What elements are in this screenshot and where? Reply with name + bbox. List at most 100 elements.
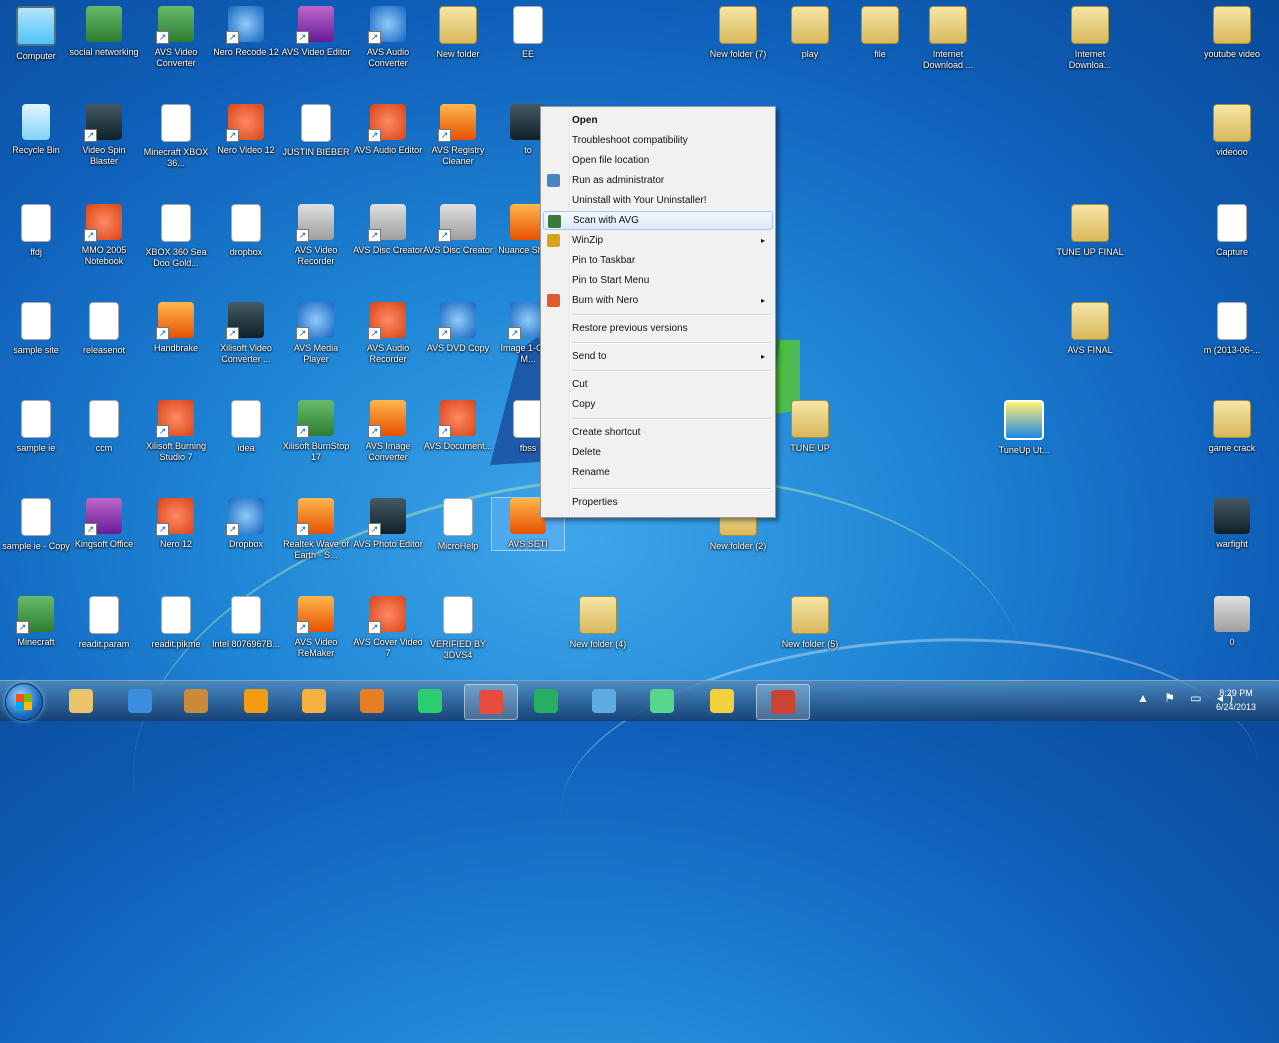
taskbar-puzzle-app[interactable] (696, 684, 748, 718)
desktop-icon[interactable]: Xilisoft Video Converter ... (210, 302, 282, 365)
start-button[interactable] (5, 683, 43, 721)
desktop-icon[interactable]: Realtek Wave of Earth - S... (280, 498, 352, 561)
desktop-icon[interactable]: JUSTIN BIEBER (280, 104, 352, 158)
desktop-icon[interactable]: Video Spin Blaster (68, 104, 140, 167)
desktop-icon[interactable]: Nero Recode 12 (210, 6, 282, 58)
desktop-icon[interactable]: Internet Downloa... (1054, 6, 1126, 71)
desktop-icon[interactable]: Computer (0, 6, 72, 62)
desktop-icon[interactable]: TuneUp Ut... (988, 400, 1060, 456)
desktop-icon[interactable]: warfight (1196, 498, 1268, 550)
desktop-icon[interactable]: Capture (1196, 204, 1268, 258)
desktop-icon[interactable]: New folder (7) (702, 6, 774, 60)
desktop-icon[interactable]: New folder (5) (774, 596, 846, 650)
taskbar-chrome[interactable] (404, 684, 456, 718)
desktop-icon[interactable]: Nero 12 (140, 498, 212, 550)
desktop-icon[interactable]: 0 (1196, 596, 1268, 648)
context-menu-item[interactable]: Burn with Nero ▸ (543, 291, 773, 310)
desktop-icon[interactable]: Minecraft (0, 596, 72, 648)
context-menu-item[interactable]: Open (543, 111, 773, 130)
context-menu-item[interactable]: Properties (543, 493, 773, 512)
desktop-icon[interactable]: New folder (422, 6, 494, 60)
desktop-icon[interactable]: idea (210, 400, 282, 454)
context-menu-item[interactable]: Restore previous versions (543, 319, 773, 338)
desktop-icon[interactable]: AVS Image Converter (352, 400, 424, 463)
desktop-icon[interactable]: youtube video (1196, 6, 1268, 60)
desktop-icon[interactable]: file (844, 6, 916, 60)
taskbar-media-player[interactable] (288, 684, 340, 718)
desktop-icon[interactable]: AVS Audio Converter (352, 6, 424, 69)
taskbar-firefox[interactable] (346, 684, 398, 718)
context-menu-item[interactable]: Create shortcut (543, 423, 773, 442)
taskbar-utorrent[interactable] (520, 684, 572, 718)
desktop-icon[interactable]: Recycle Bin (0, 104, 72, 156)
desktop-icon[interactable]: ccm (68, 400, 140, 454)
desktop-icon[interactable]: New folder (4) (562, 596, 634, 650)
desktop-icon[interactable]: AVS Video Editor (280, 6, 352, 58)
taskbar-globe-app[interactable] (636, 684, 688, 718)
desktop-icon[interactable]: Kingsoft Office (68, 498, 140, 550)
taskbar-network-app[interactable] (578, 684, 630, 718)
desktop-icon[interactable]: AVS Cover Video 7 (352, 596, 424, 659)
desktop-icon[interactable]: sample ie - Copy (0, 498, 72, 552)
context-menu-item[interactable]: Scan with AVG (543, 211, 773, 230)
desktop-icon[interactable]: AVS Video Recorder (280, 204, 352, 267)
context-menu-item[interactable]: Send to ▸ (543, 347, 773, 366)
desktop-icon[interactable]: m (2013-06-... (1196, 302, 1268, 356)
desktop-icon[interactable]: AVS DVD Copy (422, 302, 494, 354)
desktop-icon[interactable]: game crack (1196, 400, 1268, 454)
desktop-icon[interactable]: AVS Document... (422, 400, 494, 452)
desktop-icon[interactable]: AVS Disc Creator (422, 204, 494, 256)
desktop-icon[interactable]: Internet Download ... (912, 6, 984, 71)
context-menu-item[interactable]: Troubleshoot compatibility (543, 131, 773, 150)
desktop-icon[interactable]: videooo (1196, 104, 1268, 158)
context-menu-item[interactable]: Open file location (543, 151, 773, 170)
taskbar-mmo-app[interactable] (464, 684, 518, 720)
desktop-icon[interactable]: VERIFIED BY 3DVS4 (422, 596, 494, 661)
desktop-icon[interactable]: AVS Photo Editor (352, 498, 424, 550)
taskbar-app-toolbox[interactable] (170, 684, 222, 718)
desktop-icon[interactable]: TUNE UP FINAL (1054, 204, 1126, 258)
desktop-icon[interactable]: Dropbox (210, 498, 282, 550)
taskbar-windows-explorer[interactable] (55, 684, 107, 718)
desktop-icon[interactable]: sample site (0, 302, 72, 356)
desktop-icon[interactable]: AVS Audio Editor (352, 104, 424, 156)
desktop-icon[interactable]: Minecraft XBOX 36... (140, 104, 212, 169)
desktop-icon[interactable]: MMO 2005 Notebook (68, 204, 140, 267)
context-menu-item[interactable]: Cut (543, 375, 773, 394)
desktop-icon[interactable]: readit.pikme (140, 596, 212, 650)
desktop-icon[interactable]: ffdj (0, 204, 72, 258)
desktop-icon[interactable]: AVS Video ReMaker (280, 596, 352, 659)
taskbar-vlc-player[interactable] (230, 684, 282, 718)
desktop-icon[interactable]: social networking (68, 6, 140, 58)
desktop-icon[interactable]: Nero Video 12 (210, 104, 282, 156)
clock[interactable]: 8:29 PM 6/24/2013 (1201, 686, 1271, 714)
taskbar-nero-app[interactable] (756, 684, 810, 720)
context-menu-item[interactable]: Copy (543, 395, 773, 414)
context-menu-item[interactable]: WinZip ▸ (543, 231, 773, 250)
taskbar-internet-explorer[interactable] (114, 684, 166, 718)
desktop-icon[interactable]: TUNE UP (774, 400, 846, 454)
desktop-icon[interactable]: Intel 8076967B... (210, 596, 282, 650)
context-menu-item[interactable]: Pin to Start Menu (543, 271, 773, 290)
desktop-icon[interactable]: EE (492, 6, 564, 60)
desktop-icon[interactable]: sample ie (0, 400, 72, 454)
desktop-icon[interactable]: Xilisoft BurnStop 17 (280, 400, 352, 463)
desktop-icon[interactable]: readit.param (68, 596, 140, 650)
desktop-icon[interactable]: AVS Disc Creator (352, 204, 424, 256)
desktop-icon[interactable]: AVS Media Player (280, 302, 352, 365)
desktop-icon[interactable]: MicroHelp (422, 498, 494, 552)
context-menu-item[interactable]: Uninstall with Your Uninstaller! (543, 191, 773, 210)
desktop-icon[interactable]: AVS Registry Cleaner (422, 104, 494, 167)
context-menu-item[interactable]: Pin to Taskbar (543, 251, 773, 270)
desktop-icon[interactable]: XBOX 360 Sea Doo Gold... (140, 204, 212, 269)
desktop-icon[interactable]: AVS Audio Recorder (352, 302, 424, 365)
context-menu-item[interactable]: Run as administrator (543, 171, 773, 190)
desktop-icon[interactable]: dropbox (210, 204, 282, 258)
desktop-icon[interactable]: Handbrake (140, 302, 212, 354)
desktop-icon[interactable]: AVS Video Converter (140, 6, 212, 69)
desktop-icon[interactable]: play (774, 6, 846, 60)
context-menu-item[interactable]: Rename (543, 463, 773, 482)
context-menu-item[interactable]: Delete (543, 443, 773, 462)
desktop-icon[interactable]: AVS FINAL (1054, 302, 1126, 356)
desktop-icon[interactable]: releasenot (68, 302, 140, 356)
